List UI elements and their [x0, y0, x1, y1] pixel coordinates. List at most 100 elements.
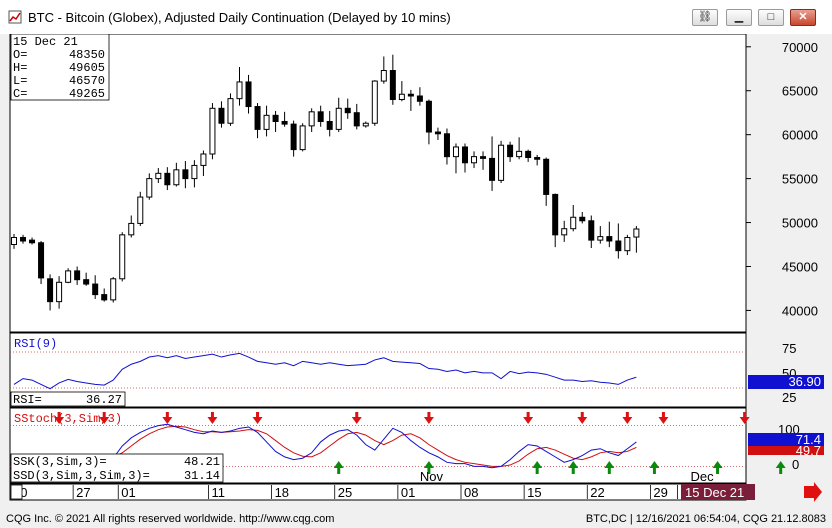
close-icon: ✕: [798, 11, 808, 23]
buy-signal-arrow-icon: [775, 461, 786, 474]
candle-body-up: [200, 153, 207, 166]
chart-window: BTC - Bitcoin (Globex), Adjusted Daily C…: [0, 0, 832, 528]
candle-body-up: [128, 222, 135, 236]
candle[interactable]: [498, 140, 505, 183]
copyright-text: CQG Inc. © 2021 All rights reserved worl…: [6, 513, 335, 525]
candle-body-down: [281, 120, 288, 125]
candle-body-up: [398, 93, 405, 101]
candle-body-down: [552, 193, 559, 236]
month-label: Dec: [691, 469, 715, 484]
candle-body-down: [353, 112, 360, 127]
candle-body-up: [263, 114, 270, 130]
candle-body-up: [11, 236, 17, 246]
candle-body-down: [443, 133, 450, 158]
ohlc-low-label: L=: [13, 74, 27, 88]
candle-body-up: [56, 281, 63, 303]
x-tick-label: 18: [275, 485, 289, 500]
stoch-axis-0: 0: [792, 457, 799, 472]
candle[interactable]: [227, 93, 234, 126]
candle-body-up: [308, 111, 315, 127]
candle-body-up: [380, 70, 387, 82]
ssk-label: SSK(3,Sim,3)=: [13, 455, 107, 469]
chart-area[interactable]: 70000650006000055000500004500040000 2027…: [0, 34, 832, 510]
ohlc-open-value: 48350: [69, 48, 105, 62]
scroll-right-icon[interactable]: [804, 482, 822, 502]
candle-body-up: [452, 146, 459, 158]
ohlc-high-label: H=: [13, 61, 27, 75]
candle-body-down: [425, 100, 432, 133]
candle-body-down: [74, 270, 81, 281]
x-tick-label: 22: [590, 485, 604, 500]
candle-body-up: [137, 196, 144, 224]
candle-body-up: [299, 125, 306, 151]
candle-body-up: [191, 164, 198, 180]
x-tick-label: 25: [338, 485, 352, 500]
rsi-title: RSI(9): [14, 337, 57, 351]
candle[interactable]: [38, 241, 45, 285]
candle-body-down: [489, 157, 496, 181]
candle-body-down: [218, 107, 225, 124]
candle-body-up: [155, 172, 162, 180]
scroll-left-handle[interactable]: [10, 484, 23, 500]
maximize-icon: □: [767, 11, 775, 23]
x-tick-label: 27: [76, 485, 90, 500]
candle-body-down: [47, 278, 54, 303]
window-title: BTC - Bitcoin (Globex), Adjusted Daily C…: [28, 10, 451, 25]
candle-body-down: [272, 114, 279, 122]
ohlc-high-value: 49605: [69, 61, 105, 75]
link-button[interactable]: ⛓: [692, 9, 718, 26]
candle-body-up: [516, 150, 523, 158]
candle-body-down: [615, 240, 622, 252]
candle-body-up: [362, 122, 369, 127]
candle-body-down: [534, 157, 541, 160]
candle[interactable]: [209, 103, 216, 160]
x-tick-label: 11: [211, 485, 225, 500]
candle-body-down: [480, 156, 487, 159]
x-tick-label: 08: [464, 485, 478, 500]
candle-body-down: [182, 169, 189, 180]
rsi-readout-label: RSI=: [13, 393, 42, 407]
candle[interactable]: [65, 268, 72, 284]
candle[interactable]: [371, 80, 378, 126]
ohlc-close-value: 49265: [69, 87, 105, 101]
candle-body-up: [65, 270, 72, 283]
title-bar[interactable]: BTC - Bitcoin (Globex), Adjusted Daily C…: [0, 0, 832, 34]
candle-body-down: [29, 239, 36, 244]
candle[interactable]: [137, 191, 144, 227]
status-info: BTC,DC | 12/16/2021 06:54:04, CQG 21.12.…: [585, 513, 826, 525]
ssd-tag-text: 49.7: [796, 443, 821, 458]
candle-body-down: [588, 220, 595, 241]
x-tick-label: 01: [401, 485, 415, 500]
minimize-button[interactable]: ▁: [726, 9, 752, 26]
candle-body-down: [407, 93, 414, 97]
price-panel[interactable]: [9, 34, 747, 333]
ohlc-open-label: O=: [13, 48, 27, 62]
candle-body-down: [38, 242, 45, 279]
candle-body-down: [164, 172, 171, 186]
ssd-value: 31.14: [184, 469, 220, 483]
y-tick-label: 55000: [782, 172, 818, 187]
candle[interactable]: [299, 123, 306, 152]
candle-body-down: [92, 283, 99, 296]
candle[interactable]: [110, 277, 117, 303]
candle-body-up: [119, 234, 126, 280]
candle-body-up: [597, 236, 604, 241]
close-button[interactable]: ✕: [790, 9, 816, 26]
candle[interactable]: [119, 232, 126, 282]
candle-body-down: [525, 150, 532, 159]
candle-body-up: [471, 156, 478, 164]
candle-body-down: [344, 107, 351, 114]
candle-body-down: [317, 111, 324, 122]
y-tick-label: 70000: [782, 40, 818, 55]
y-tick-label: 60000: [782, 128, 818, 143]
candle-body-up: [335, 107, 342, 130]
candle-body-down: [543, 158, 550, 195]
maximize-button[interactable]: □: [758, 9, 784, 26]
candle-body-down: [101, 294, 108, 301]
candle-body-down: [507, 144, 514, 158]
candle-body-down: [416, 95, 423, 102]
y-tick-label: 50000: [782, 216, 818, 231]
rsi-readout-value: 36.27: [86, 393, 122, 407]
candle-body-down: [20, 236, 27, 242]
candle-body-down: [254, 106, 261, 130]
